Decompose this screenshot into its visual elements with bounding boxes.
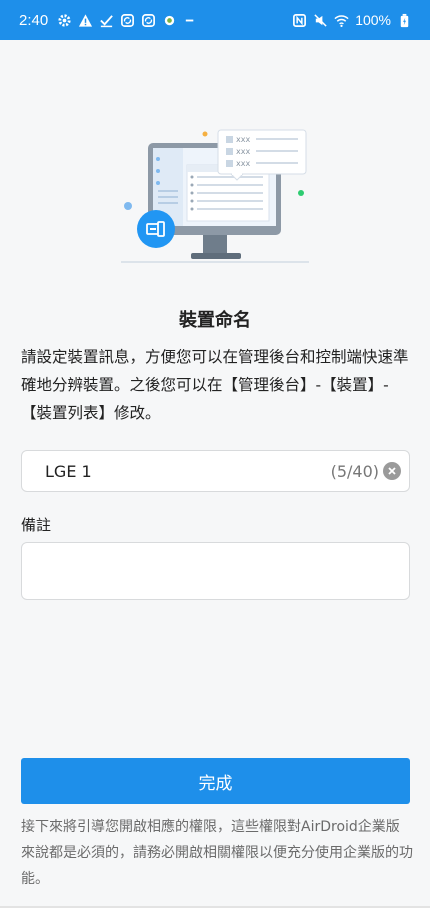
- mute-icon: [313, 13, 328, 28]
- done-button[interactable]: 完成: [21, 758, 410, 804]
- character-counter: (5/40): [330, 461, 379, 481]
- sync-icon: [141, 13, 156, 28]
- popup-row-text: xxx: [236, 158, 251, 168]
- warning-icon: [78, 13, 93, 28]
- status-time: 2:40: [19, 11, 49, 29]
- popup-row: xxx: [226, 133, 306, 145]
- battery-percent: 100%: [355, 12, 391, 28]
- device-name-value[interactable]: LGE 1: [45, 462, 331, 481]
- device-illustration: xxx xxx xxx: [115, 125, 315, 270]
- status-bar-right: 100%: [292, 12, 412, 28]
- clear-icon[interactable]: [383, 462, 401, 480]
- wifi-icon: [334, 13, 349, 28]
- remark-label: 備註: [21, 516, 52, 534]
- page-title: 裝置命名: [179, 310, 251, 331]
- battery-icon: [397, 13, 412, 28]
- remark-input[interactable]: [21, 542, 410, 600]
- popup-card: xxx xxx xxx: [226, 132, 306, 169]
- popup-row: xxx: [226, 157, 306, 169]
- status-bar: 2:40 100%: [0, 0, 430, 40]
- popup-row-text: xxx: [236, 134, 251, 144]
- check-icon: [99, 13, 114, 28]
- popup-row: xxx: [226, 145, 306, 157]
- permission-note: 接下來將引導您開啟相應的權限，這些權限對AirDroid企業版來說都是必須的，請…: [21, 819, 413, 887]
- device-badge-icon: [137, 210, 175, 248]
- status-bar-left: 2:40: [19, 12, 198, 29]
- popup-row-text: xxx: [236, 146, 251, 156]
- nfc-icon: [292, 13, 307, 28]
- app-icon: [162, 13, 177, 28]
- sync-icon: [120, 13, 135, 28]
- minus-icon: [183, 13, 198, 28]
- device-name-field[interactable]: LGE 1 (5/40): [21, 450, 410, 492]
- settings-icon: [57, 13, 72, 28]
- page-description: 請設定裝置訊息，方便您可以在管理後台和控制端快速準確地分辨裝置。之後您可以在【管…: [21, 348, 409, 422]
